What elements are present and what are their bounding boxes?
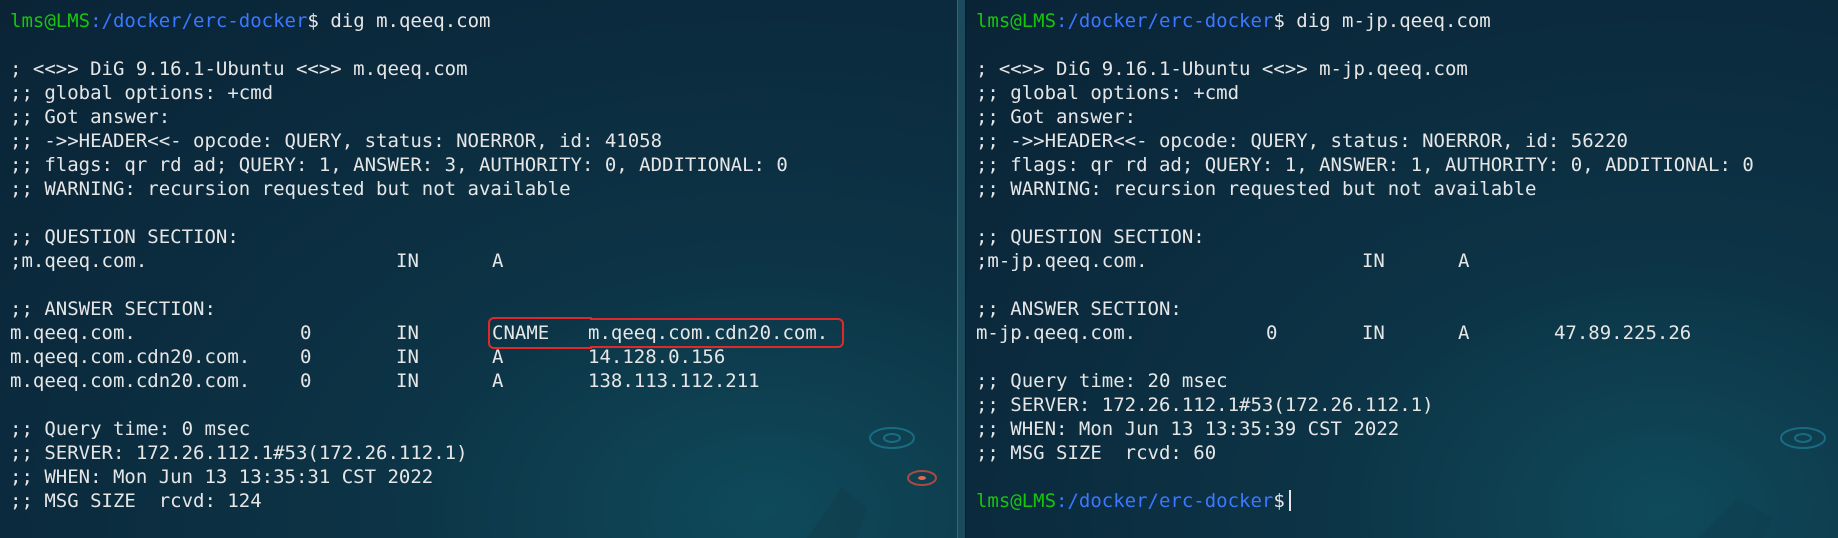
answer-name: m.qeeq.com. xyxy=(10,322,136,344)
prompt-symbol: $ xyxy=(307,10,319,32)
output-line: ;; Query time: 0 msec xyxy=(10,418,251,440)
terminal-cursor-icon[interactable] xyxy=(1288,490,1291,511)
output-line: ;; flags: qr rd ad; QUERY: 1, ANSWER: 1,… xyxy=(975,154,1754,176)
answer-ttl: 0 xyxy=(300,370,312,392)
answer-value: 14.128.0.156 xyxy=(588,346,726,368)
output-line: ;; global options: +cmd xyxy=(975,82,1240,104)
answer-row: m.qeeq.com.cdn20.com. 0 IN A 14.128.0.156 xyxy=(10,345,957,369)
answer-name: m.qeeq.com.cdn20.com. xyxy=(10,370,251,392)
output-line: ;; MSG SIZE rcvd: 124 xyxy=(10,490,262,512)
command-text: dig m.qeeq.com xyxy=(318,10,491,32)
answer-row: m-jp.qeeq.com. 0 IN A 47.89.225.26 xyxy=(976,321,1838,345)
question-name: ;m.qeeq.com. xyxy=(10,250,148,272)
output-line: ; <<>> DiG 9.16.1-Ubuntu <<>> m-jp.qeeq.… xyxy=(975,58,1468,80)
answer-ttl: 0 xyxy=(300,346,312,368)
answer-row: m.qeeq.com.cdn20.com. 0 IN A 138.113.112.211 xyxy=(10,369,957,393)
prompt-user: lms@LMS xyxy=(10,10,91,32)
question-row: ;m-jp.qeeq.com. IN A xyxy=(976,249,1838,273)
answer-section-title: ;; ANSWER SECTION: xyxy=(975,298,1182,320)
question-class: IN xyxy=(396,250,419,272)
answer-name: m-jp.qeeq.com. xyxy=(975,322,1137,344)
output-line: ; <<>> DiG 9.16.1-Ubuntu <<>> m.qeeq.com xyxy=(10,58,468,80)
terminal-window: lms@LMS:/docker/erc-docker$ dig m.qeeq.c… xyxy=(0,0,1838,538)
terminal-output-left: lms@LMS:/docker/erc-docker$ dig m.qeeq.c… xyxy=(0,0,957,513)
answer-type: CNAME xyxy=(492,322,550,344)
answer-type: A xyxy=(1457,322,1470,344)
output-line: ;; Got answer: xyxy=(10,106,171,128)
answer-value: 47.89.225.26 xyxy=(1553,322,1692,344)
prompt-user: lms@LMS xyxy=(975,490,1057,512)
output-line: ;; SERVER: 172.26.112.1#53(172.26.112.1) xyxy=(975,394,1434,416)
output-line: ;; MSG SIZE rcvd: 60 xyxy=(975,442,1217,464)
prompt-path: :/docker/erc-docker xyxy=(90,10,308,32)
answer-ttl: 0 xyxy=(300,322,312,344)
terminal-pane-left[interactable]: lms@LMS:/docker/erc-docker$ dig m.qeeq.c… xyxy=(0,0,957,538)
command-text: dig m-jp.qeeq.com xyxy=(1284,10,1491,32)
cname-highlight-box: CNAME m.qeeq.com.cdn20.com. xyxy=(487,318,845,348)
output-line: ;; Got answer: xyxy=(975,106,1137,128)
prompt-user: lms@LMS xyxy=(975,10,1057,32)
answer-class: IN xyxy=(396,322,419,344)
answer-name: m.qeeq.com.cdn20.com. xyxy=(10,346,251,368)
answer-value: 138.113.112.211 xyxy=(588,370,760,392)
answer-type: A xyxy=(492,346,504,368)
question-type: A xyxy=(492,250,504,272)
answer-class: IN xyxy=(396,346,419,368)
output-line: ;; Query time: 20 msec xyxy=(975,370,1228,392)
pane-divider[interactable] xyxy=(956,0,966,538)
output-line: ;; ->>HEADER<<- opcode: QUERY, status: N… xyxy=(10,130,663,152)
output-line: ;; WARNING: recursion requested but not … xyxy=(975,178,1537,200)
prompt-symbol: $ xyxy=(1273,10,1285,32)
answer-class: IN xyxy=(396,370,419,392)
output-line: ;; global options: +cmd xyxy=(10,82,274,104)
answer-section-title: ;; ANSWER SECTION: xyxy=(10,298,216,320)
output-line: ;; flags: qr rd ad; QUERY: 1, ANSWER: 3,… xyxy=(10,154,788,176)
prompt-line[interactable]: lms@LMS:/docker/erc-docker$ xyxy=(976,489,1838,513)
prompt-line: lms@LMS:/docker/erc-docker$ dig m-jp.qee… xyxy=(976,9,1838,33)
answer-value: m.qeeq.com.cdn20.com. xyxy=(588,322,829,344)
question-class: IN xyxy=(1361,250,1385,272)
output-line: ;; WARNING: recursion requested but not … xyxy=(10,178,571,200)
terminal-pane-right[interactable]: lms@LMS:/docker/erc-docker$ dig m-jp.qee… xyxy=(965,0,1838,538)
question-row: ;m.qeeq.com. IN A xyxy=(10,249,957,273)
question-type: A xyxy=(1457,250,1470,272)
output-line: ;; SERVER: 172.26.112.1#53(172.26.112.1) xyxy=(10,442,468,464)
question-section-title: ;; QUESTION SECTION: xyxy=(975,226,1205,248)
prompt-path: :/docker/erc-docker xyxy=(1056,10,1274,32)
output-line: ;; WHEN: Mon Jun 13 13:35:39 CST 2022 xyxy=(975,418,1400,440)
answer-class: IN xyxy=(1361,322,1385,344)
terminal-output-right: lms@LMS:/docker/erc-docker$ dig m-jp.qee… xyxy=(966,0,1838,513)
output-line: ;; ->>HEADER<<- opcode: QUERY, status: N… xyxy=(975,130,1628,152)
output-line: ;; WHEN: Mon Jun 13 13:35:31 CST 2022 xyxy=(10,466,434,488)
question-section-title: ;; QUESTION SECTION: xyxy=(10,226,239,248)
question-name: ;m-jp.qeeq.com. xyxy=(975,250,1148,272)
prompt-symbol: $ xyxy=(1273,490,1285,512)
answer-row: m.qeeq.com. 0 IN CNAME m.qeeq.com.cdn20.com. xyxy=(10,318,957,348)
prompt-path: :/docker/erc-docker xyxy=(1056,490,1274,512)
answer-type: A xyxy=(492,370,504,392)
prompt-line: lms@LMS:/docker/erc-docker$ dig m.qeeq.c… xyxy=(10,9,957,33)
answer-ttl: 0 xyxy=(1265,322,1278,344)
